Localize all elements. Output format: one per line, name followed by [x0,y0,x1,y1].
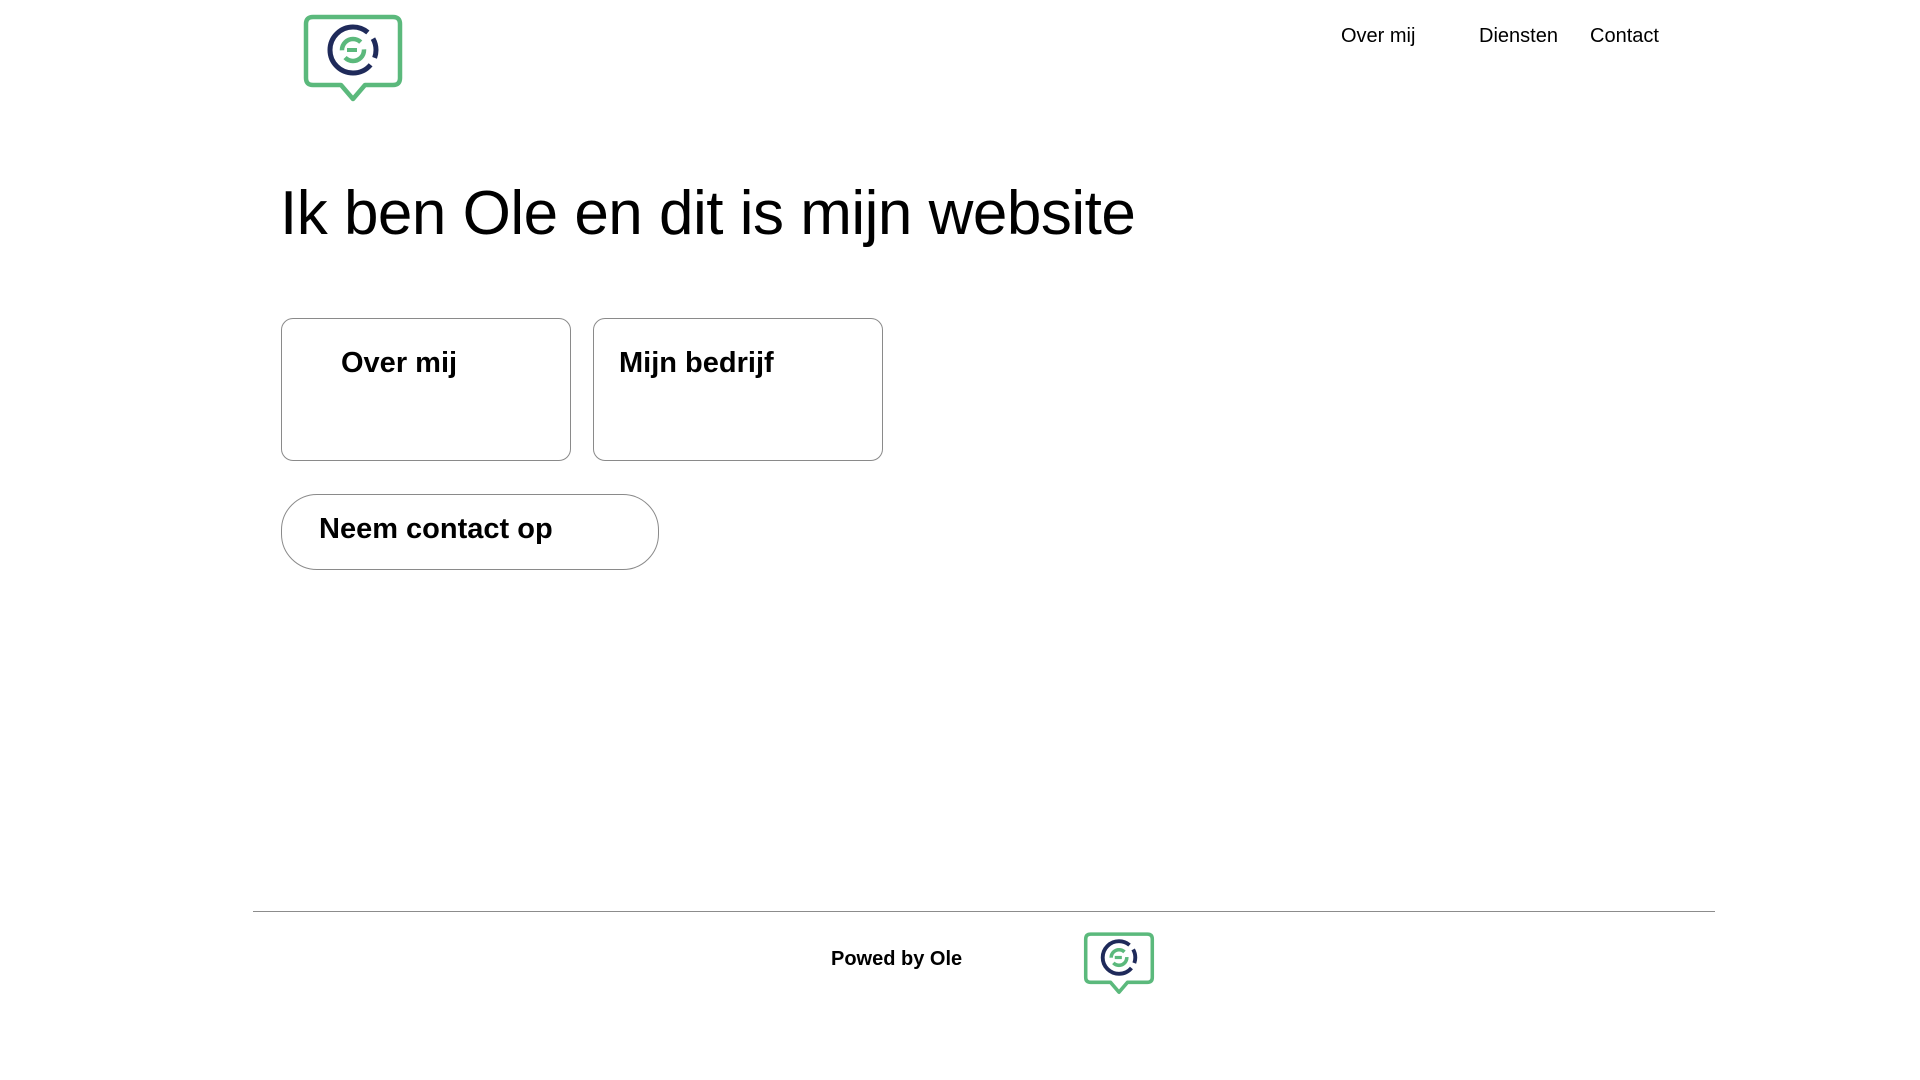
card-over-mij[interactable]: Over mij [281,318,571,461]
footer-powered-by: Powed by Ole [831,948,963,970]
card-mijn-bedrijf[interactable]: Mijn bedrijf [593,318,883,461]
chat-bubble-logo-icon [303,14,403,102]
footer-logo [1083,932,1155,1000]
nav-over-mij[interactable]: Over mij [1341,22,1415,50]
page-title: Ik ben Ole en dit is mijn website [280,179,1136,248]
home-logo-link[interactable] [303,14,403,110]
chat-bubble-logo-icon [1083,932,1155,994]
contact-button-label: Neem contact op [319,513,553,545]
nav-diensten[interactable]: Diensten [1479,22,1558,50]
card-mijn-bedrijf-label: Mijn bedrijf [619,347,774,379]
page: Over mij Diensten Contact Ik ben Ole en … [0,0,1920,1080]
nav-contact[interactable]: Contact [1590,22,1659,50]
contact-button[interactable]: Neem contact op [281,494,659,570]
card-over-mij-label: Over mij [341,347,458,379]
footer-divider [253,911,1715,912]
